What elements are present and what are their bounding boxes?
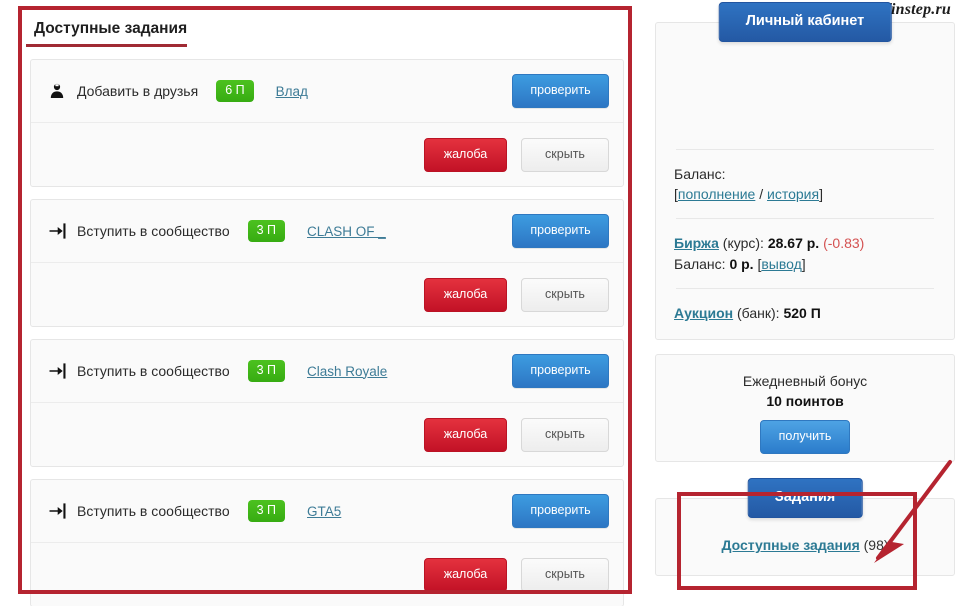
exchange-rate-value: 28.67 р. <box>767 235 820 251</box>
task-row: Вступить в сообщество 3 П CLASH OF _ провер… <box>31 200 623 263</box>
task-row: Вступить в сообщество 3 П Clash Royale пров… <box>31 340 623 403</box>
task-target-link[interactable]: CLASH OF _ <box>307 224 386 239</box>
balance-links-row: [пополнение / история] <box>674 182 936 202</box>
auction-bank-label: (банк): <box>733 305 784 321</box>
task-actions-row: жалоба скрыть <box>31 123 623 187</box>
exchange-row: Биржа (курс): 28.67 р. (-0.83) <box>674 219 936 251</box>
hide-button[interactable]: скрыть <box>521 418 609 452</box>
history-link[interactable]: история <box>767 186 819 202</box>
hide-button[interactable]: скрыть <box>521 558 609 592</box>
task-label: Вступить в сообщество <box>77 363 230 379</box>
exchange-delta: (-0.83) <box>823 235 865 251</box>
task-target-link[interactable]: Clash Royale <box>307 364 387 379</box>
person-add-icon <box>47 81 67 101</box>
task-actions-row: жалоба скрыть <box>31 543 623 606</box>
task-actions-row: жалоба скрыть <box>31 403 623 467</box>
exchange-link[interactable]: Биржа <box>674 235 719 251</box>
sidebar: Личный кабинет Баланс: [пополнение / ист… <box>655 2 955 576</box>
bracket-close: ] <box>819 186 823 202</box>
auction-row: Аукцион (банк): 520 П <box>674 289 936 321</box>
hide-button[interactable]: скрыть <box>521 278 609 312</box>
withdraw-link[interactable]: вывод <box>761 256 801 272</box>
account-blank-area <box>674 23 936 149</box>
report-button[interactable]: жалоба <box>424 278 507 312</box>
page-title: Доступные задания <box>26 10 188 47</box>
task-label: Добавить в друзья <box>77 83 199 99</box>
auction-link[interactable]: Аукцион <box>674 305 733 321</box>
withdraw-bracket-close: ] <box>801 256 806 272</box>
available-tasks-row: Доступные задания (98) <box>656 537 954 553</box>
task-points-badge: 3 П <box>247 500 286 522</box>
available-tasks-column: Доступные задания Добавить в друзья 6 П Вл… <box>22 8 632 606</box>
report-button[interactable]: жалоба <box>424 558 507 592</box>
task-points-badge: 6 П <box>216 80 254 102</box>
task-card: Вступить в сообщество 3 П GTA5 проверить жал… <box>30 479 624 606</box>
exchange-balance-label: Баланс: <box>674 256 730 272</box>
tasks-panel: Задания Доступные задания (98) <box>655 478 955 576</box>
task-list: Добавить в друзья 6 П Влад проверить жалоба с… <box>22 59 632 606</box>
exchange-balance-value: 0 р. <box>729 256 754 272</box>
available-tasks-link[interactable]: Доступные задания <box>721 537 859 553</box>
check-button[interactable]: проверить <box>512 214 609 248</box>
task-card: Добавить в друзья 6 П Влад проверить жалоба с… <box>30 59 624 187</box>
task-actions-row: жалоба скрыть <box>31 263 623 327</box>
sign-in-icon <box>47 221 67 241</box>
auction-bank-value: 520 П <box>783 305 821 321</box>
task-points-badge: 3 П <box>247 220 286 242</box>
hide-button[interactable]: скрыть <box>521 138 609 172</box>
daily-bonus-panel: Ежедневный бонус 10 поинтов получить <box>655 354 955 462</box>
links-separator: / <box>755 186 768 202</box>
topup-link[interactable]: пополнение <box>678 186 755 202</box>
exchange-rate-label: (курс): <box>718 235 768 251</box>
task-label: Вступить в сообщество <box>77 223 230 239</box>
task-row: Добавить в друзья 6 П Влад проверить <box>31 60 623 123</box>
daily-bonus-amount: 10 поинтов <box>766 393 844 409</box>
task-card: Вступить в сообщество 3 П CLASH OF _ провер… <box>30 199 624 327</box>
sign-in-icon <box>47 501 67 521</box>
daily-bonus-title: Ежедневный бонус <box>742 373 868 389</box>
page-title-wrap: Доступные задания <box>22 8 632 47</box>
account-panel: Личный кабинет Баланс: [пополнение / ист… <box>655 2 955 340</box>
task-target-link[interactable]: GTA5 <box>307 504 341 519</box>
sign-in-icon <box>47 361 67 381</box>
tab-tasks[interactable]: Задания <box>747 478 863 518</box>
task-points-badge: 3 П <box>247 360 286 382</box>
task-label: Вступить в сообщество <box>77 503 230 519</box>
check-button[interactable]: проверить <box>512 74 609 108</box>
exchange-balance-row: Баланс: 0 р. [вывод] <box>674 251 936 272</box>
task-card: Вступить в сообщество 3 П Clash Royale пров… <box>30 339 624 467</box>
tab-personal-account[interactable]: Личный кабинет <box>718 2 892 42</box>
task-target-link[interactable]: Влад <box>276 84 308 99</box>
check-button[interactable]: проверить <box>512 494 609 528</box>
check-button[interactable]: проверить <box>512 354 609 388</box>
report-button[interactable]: жалоба <box>424 418 507 452</box>
task-row: Вступить в сообщество 3 П GTA5 проверить <box>31 480 623 543</box>
balance-row: Баланс: <box>674 150 936 182</box>
balance-label: Баланс: <box>674 166 726 182</box>
page-root: 1st-finstep.ru Доступные задания Добавит… <box>0 0 961 606</box>
available-tasks-count: (98) <box>863 537 889 553</box>
report-button[interactable]: жалоба <box>424 138 507 172</box>
claim-bonus-button[interactable]: получить <box>759 420 851 454</box>
